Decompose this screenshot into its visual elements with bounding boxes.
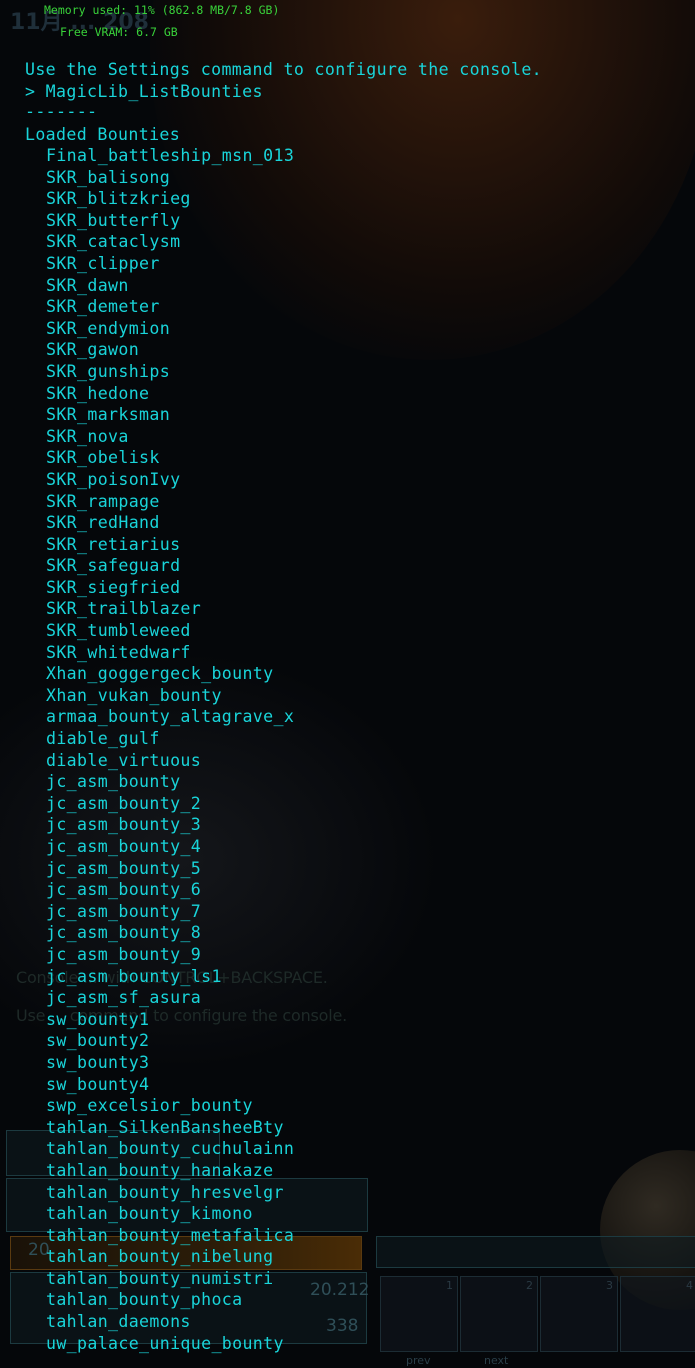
- bounty-item: sw_bounty1: [46, 1009, 150, 1029]
- bounty-item: tahlan_bounty_kimono: [46, 1204, 253, 1224]
- bounty-item: SKR_marksman: [46, 405, 171, 425]
- bounty-item: sw_bounty3: [46, 1052, 150, 1072]
- bounty-item: jc_asm_bounty: [46, 772, 181, 792]
- bounty-list: Final_battleship_msn_013 SKR_balisong SKR_…: [46, 145, 294, 1354]
- bounty-item: uw_palace_unique_bounty: [46, 1333, 284, 1353]
- section-header: Loaded Bounties: [25, 125, 181, 144]
- bounty-item: jc_asm_sf_asura: [46, 988, 202, 1008]
- bounty-item: SKR_balisong: [46, 167, 171, 187]
- bounty-item: SKR_demeter: [46, 297, 160, 317]
- bounty-item: SKR_poisonIvy: [46, 469, 181, 489]
- bounty-item: tahlan_bounty_phoca: [46, 1290, 243, 1310]
- bounty-item: tahlan_bounty_hanakaze: [46, 1160, 274, 1180]
- console-overlay: Memory used: 11% (862.8 MB/7.8 GB) Free …: [0, 0, 695, 1368]
- bounty-item: tahlan_bounty_hresvelgr: [46, 1182, 284, 1202]
- bounty-item: jc_asm_bounty_4: [46, 837, 202, 856]
- bounty-item: SKR_endymion: [46, 318, 171, 338]
- separator: -------: [25, 102, 98, 121]
- free-vram-readout: Free VRAM: 6.7 GB: [60, 25, 178, 39]
- bounty-item: sw_bounty2: [46, 1031, 150, 1051]
- bounty-item: swp_excelsior_bounty: [46, 1096, 253, 1116]
- bounty-item: SKR_whitedwarf: [46, 642, 191, 662]
- bounty-item: Xhan_vukan_bounty: [46, 685, 222, 705]
- bounty-item: SKR_retiarius: [46, 534, 181, 554]
- bounty-item: diable_virtuous: [46, 750, 202, 770]
- bounty-item: jc_asm_bounty_5: [46, 858, 202, 878]
- bounty-item: diable_gulf: [46, 729, 160, 749]
- command-echo: > MagicLib_ListBounties: [25, 82, 263, 101]
- bounty-item: SKR_trailblazer: [46, 599, 202, 619]
- bounty-item: SKR_nova: [46, 426, 129, 446]
- bounty-item: SKR_safeguard: [46, 556, 181, 576]
- bounty-item: SKR_rampage: [46, 491, 160, 511]
- bounty-item: tahlan_bounty_numistri: [46, 1268, 274, 1288]
- bounty-item: SKR_obelisk: [46, 448, 160, 468]
- bounty-item: tahlan_bounty_nibelung: [46, 1247, 274, 1267]
- bounty-item: jc_asm_bounty_3: [46, 815, 202, 835]
- bounty-item: SKR_gawon: [46, 340, 140, 360]
- bounty-item: jc_asm_bounty_ls1: [46, 966, 222, 986]
- bounty-item: Xhan_goggergeck_bounty: [46, 664, 274, 684]
- settings-hint: Use the Settings command to configure th…: [25, 60, 543, 79]
- bounty-item: SKR_redHand: [46, 513, 160, 533]
- bounty-item: SKR_butterfly: [46, 210, 181, 230]
- bounty-item: SKR_clipper: [46, 253, 160, 273]
- bounty-item: Final_battleship_msn_013: [46, 146, 295, 165]
- bounty-item: jc_asm_bounty_8: [46, 923, 202, 943]
- bounty-item: tahlan_bounty_metafalica: [46, 1225, 295, 1245]
- bounty-item: SKR_gunships: [46, 361, 171, 381]
- bounty-item: jc_asm_bounty_2: [46, 793, 202, 813]
- bounty-item: SKR_tumbleweed: [46, 621, 191, 641]
- bounty-item: SKR_siegfried: [46, 577, 181, 597]
- bounty-item: armaa_bounty_altagrave_x: [46, 707, 295, 727]
- bounty-item: SKR_blitzkrieg: [46, 189, 191, 209]
- bounty-item: SKR_dawn: [46, 275, 129, 295]
- bounty-item: tahlan_daemons: [46, 1312, 191, 1332]
- bounty-item: tahlan_bounty_cuchulainn: [46, 1139, 295, 1159]
- bounty-item: jc_asm_bounty_7: [46, 901, 202, 921]
- bounty-item: SKR_hedone: [46, 383, 150, 403]
- bounty-item: sw_bounty4: [46, 1074, 150, 1094]
- bounty-item: jc_asm_bounty_9: [46, 944, 202, 964]
- memory-used-readout: Memory used: 11% (862.8 MB/7.8 GB): [44, 3, 280, 17]
- bounty-item: tahlan_SilkenBansheeBty: [46, 1117, 284, 1137]
- bounty-item: jc_asm_bounty_6: [46, 880, 202, 900]
- bounty-item: SKR_cataclysm: [46, 232, 181, 252]
